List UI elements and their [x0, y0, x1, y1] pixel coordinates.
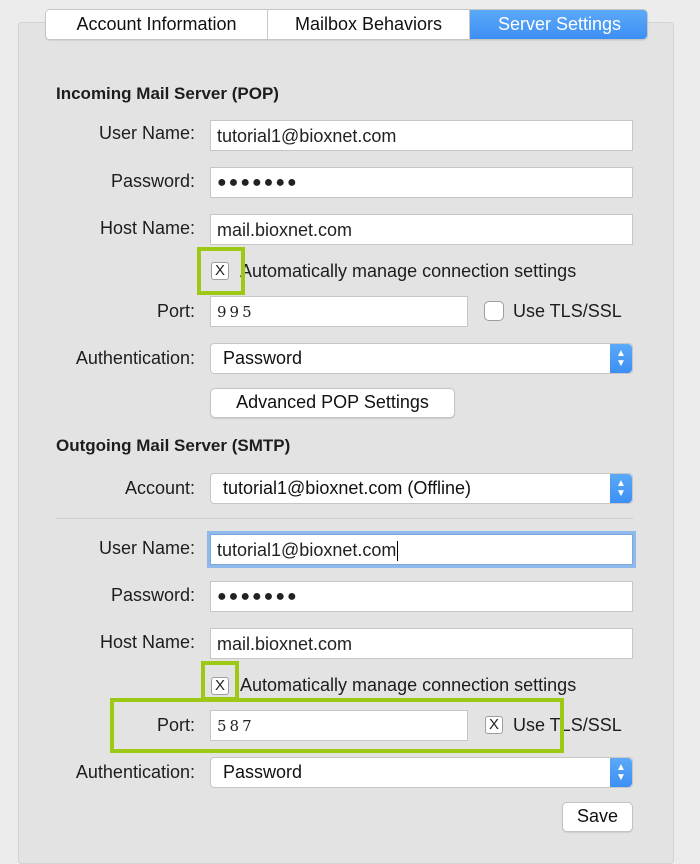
incoming-host-field[interactable]: mail.bioxnet.com [210, 214, 633, 245]
incoming-password-field[interactable]: ●●●●●●● [210, 167, 633, 198]
incoming-auth-popup[interactable]: Password ▲ ▼ [210, 343, 633, 374]
outgoing-account-popup[interactable]: tutorial1@bioxnet.com (Offline) ▲ ▼ [210, 473, 633, 504]
outgoing-password-label: Password: [110, 585, 195, 605]
outgoing-auth-value: Password [223, 762, 303, 782]
incoming-username-label: User Name: [98, 123, 195, 143]
outgoing-host-field[interactable]: mail.bioxnet.com [210, 628, 633, 659]
incoming-host-label: Host Name: [99, 218, 195, 238]
incoming-auth-label: Authentication: [75, 348, 195, 368]
outgoing-auth-popup[interactable]: Password ▲ ▼ [210, 757, 633, 788]
outgoing-account-label: Account: [124, 478, 195, 498]
tab-mailbox-behaviors[interactable]: Mailbox Behaviors [268, 10, 470, 39]
save-button[interactable]: Save [562, 802, 633, 832]
incoming-password-label: Password: [110, 171, 195, 191]
outgoing-host-label: Host Name: [99, 632, 195, 652]
incoming-port-field[interactable]: 995 [210, 296, 468, 327]
highlight-box-incoming-auto [197, 247, 245, 295]
tab-bar: Account Information Mailbox Behaviors Se… [45, 9, 648, 40]
outgoing-username-field[interactable]: tutorial1@bioxnet.com [210, 534, 633, 565]
incoming-auth-value: Password [223, 348, 303, 368]
outgoing-auto-manage-label: Automatically manage connection settings [240, 675, 577, 695]
incoming-port-label: Port: [156, 301, 195, 321]
outgoing-account-value: tutorial1@bioxnet.com (Offline) [223, 478, 472, 498]
incoming-tls-checkbox[interactable] [484, 301, 504, 321]
up-down-chevron-icon: ▲ ▼ [610, 474, 632, 503]
text-caret [397, 541, 399, 562]
up-down-chevron-icon: ▲ ▼ [610, 344, 632, 373]
incoming-tls-label: Use TLS/SSL [513, 301, 622, 321]
incoming-username-field[interactable]: tutorial1@bioxnet.com [210, 120, 633, 151]
highlight-box-outgoing-auto [201, 661, 239, 701]
section-divider [56, 518, 633, 519]
outgoing-password-field[interactable]: ●●●●●●● [210, 581, 633, 612]
tab-server-settings[interactable]: Server Settings [470, 10, 647, 39]
outgoing-username-label: User Name: [98, 538, 195, 558]
outgoing-auth-label: Authentication: [75, 762, 195, 782]
highlight-box-outgoing-port [110, 698, 564, 753]
incoming-auto-manage-label: Automatically manage connection settings [240, 261, 577, 281]
up-down-chevron-icon: ▲ ▼ [610, 758, 632, 787]
advanced-pop-settings-button[interactable]: Advanced POP Settings [210, 388, 455, 418]
incoming-heading: Incoming Mail Server (POP) [56, 84, 279, 103]
outgoing-username-value: tutorial1@bioxnet.com [217, 540, 397, 560]
outgoing-heading: Outgoing Mail Server (SMTP) [56, 436, 291, 455]
tab-account-information[interactable]: Account Information [46, 10, 268, 39]
